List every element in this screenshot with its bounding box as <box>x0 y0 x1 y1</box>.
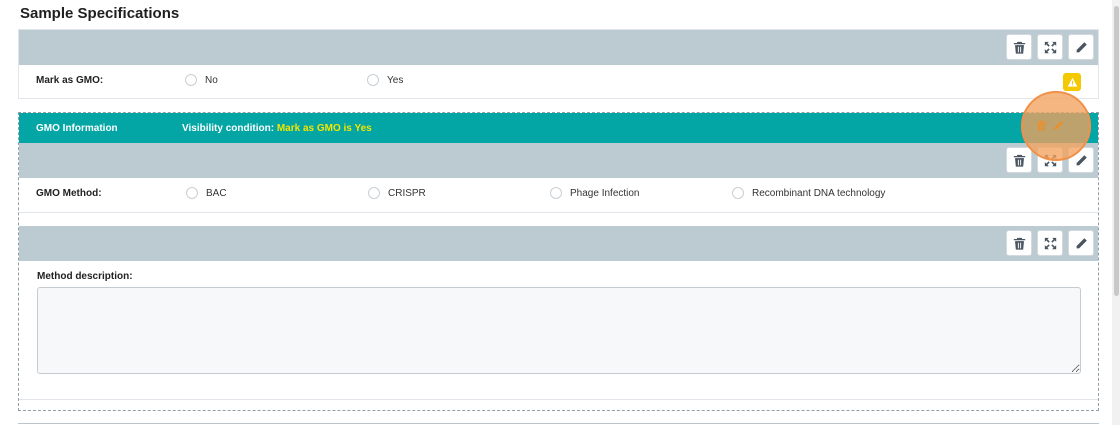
gmo-card-body: Mark as GMO: No Yes <box>19 65 1098 97</box>
radio-yes[interactable] <box>367 74 379 86</box>
divider <box>18 423 1099 424</box>
trash-icon <box>1013 154 1025 167</box>
group-title: GMO Information <box>36 123 118 134</box>
method-description-card: Method description: <box>19 226 1098 400</box>
trash-icon <box>1013 41 1025 54</box>
radio-label-no: No <box>205 74 218 86</box>
gmo-method-card: GMO Method: BAC CRISPR Phage Infection R… <box>19 143 1098 213</box>
radio-label-bac: BAC <box>206 187 227 199</box>
description-card-toolbar <box>1006 230 1094 256</box>
method-description-textarea[interactable] <box>37 287 1081 374</box>
gmo-field-label: Mark as GMO: <box>36 75 104 86</box>
method-field-label: GMO Method: <box>36 188 102 199</box>
trash-icon <box>1013 237 1025 250</box>
gmo-option-no[interactable]: No <box>185 74 218 86</box>
warning-triangle-icon <box>1067 77 1077 87</box>
description-field-label: Method description: <box>37 271 133 282</box>
radio-label-recombinant: Recombinant DNA technology <box>752 187 886 199</box>
condition-label: Visibility condition: <box>182 123 275 134</box>
method-option-recombinant[interactable]: Recombinant DNA technology <box>732 187 885 199</box>
pencil-icon <box>1076 154 1087 165</box>
group-toolbar <box>1036 120 1064 131</box>
pencil-icon[interactable] <box>1053 120 1064 131</box>
visibility-condition: Visibility condition: Mark as GMO is Yes <box>182 123 372 134</box>
edit-button[interactable] <box>1068 230 1094 256</box>
radio-label-phage: Phage Infection <box>570 187 640 199</box>
radio-bac[interactable] <box>186 187 198 199</box>
warning-badge[interactable] <box>1063 73 1081 91</box>
delete-button[interactable] <box>1006 230 1032 256</box>
pencil-icon <box>1076 41 1087 52</box>
radio-label-yes: Yes <box>387 74 404 86</box>
gmo-card-header <box>19 30 1098 65</box>
method-option-bac[interactable]: BAC <box>186 187 227 199</box>
radio-recombinant[interactable] <box>732 187 744 199</box>
delete-button[interactable] <box>1006 147 1032 173</box>
trash-icon[interactable] <box>1036 120 1047 131</box>
scrollbar-thumb[interactable] <box>1114 6 1119 296</box>
pencil-icon <box>1076 237 1087 248</box>
method-option-crispr[interactable]: CRISPR <box>368 187 426 199</box>
radio-crispr[interactable] <box>368 187 380 199</box>
expand-button[interactable] <box>1037 34 1063 60</box>
gmo-option-yes[interactable]: Yes <box>367 74 403 86</box>
radio-phage[interactable] <box>550 187 562 199</box>
page-title: Sample Specifications <box>20 5 180 22</box>
expand-icon <box>1044 237 1056 249</box>
expand-button[interactable] <box>1037 230 1063 256</box>
method-card-header <box>19 143 1098 178</box>
edit-button[interactable] <box>1068 34 1094 60</box>
gmo-information-group: GMO Information Visibility condition: Ma… <box>18 112 1099 411</box>
gmo-field-card: Mark as GMO: No Yes <box>18 29 1099 99</box>
condition-value: Mark as GMO is Yes <box>276 123 372 134</box>
radio-no[interactable] <box>185 74 197 86</box>
scrollbar[interactable] <box>1112 0 1120 425</box>
delete-button[interactable] <box>1006 34 1032 60</box>
gmo-card-toolbar <box>1006 34 1094 60</box>
expand-icon <box>1044 41 1056 53</box>
description-card-header <box>19 226 1098 261</box>
method-option-phage[interactable]: Phage Infection <box>550 187 640 199</box>
gmo-field-row: Mark as GMO: No Yes <box>19 65 1098 97</box>
group-header[interactable]: GMO Information Visibility condition: Ma… <box>19 113 1098 143</box>
radio-label-crispr: CRISPR <box>388 187 426 199</box>
